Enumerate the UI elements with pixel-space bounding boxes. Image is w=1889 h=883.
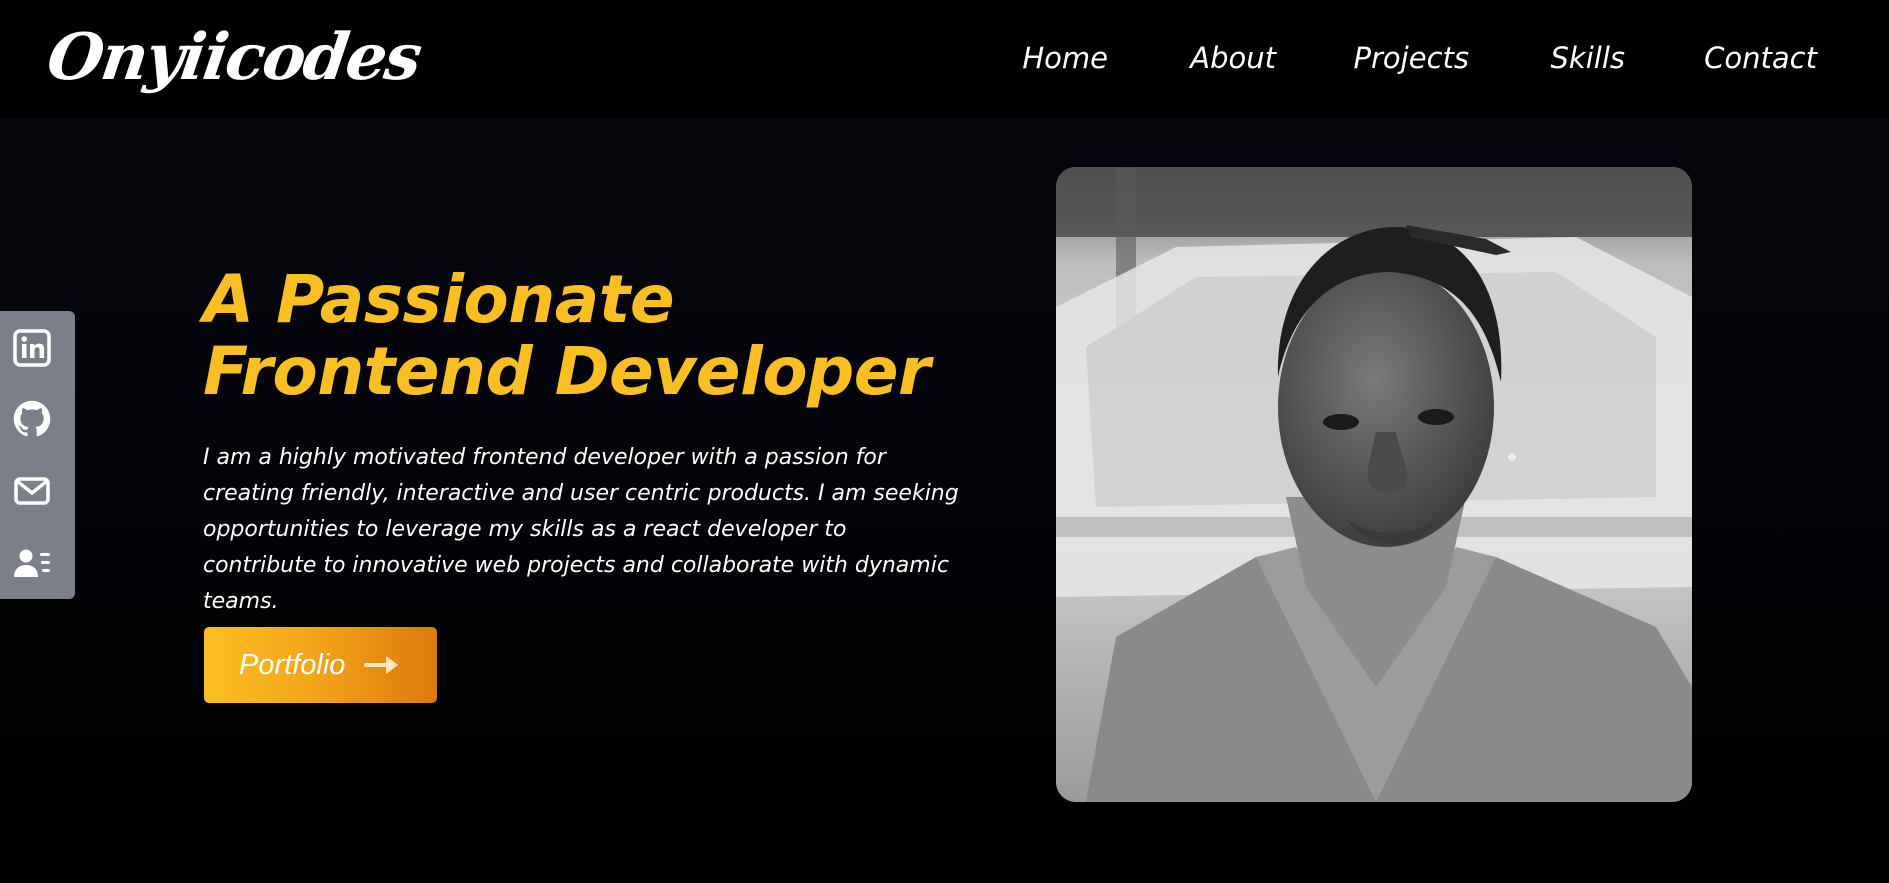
page: Onyiicodes Home About Projects Skills Co… [0,0,1889,883]
github-icon[interactable] [13,400,51,438]
portfolio-button[interactable]: Portfolio [204,627,437,703]
arrow-right-icon [364,653,400,677]
nav-link-home[interactable]: Home [1022,38,1108,78]
linkedin-icon[interactable] [13,329,51,367]
hero-bio: I am a highly motivated frontend develop… [203,445,959,614]
nav-link-about[interactable]: About [1190,38,1276,78]
hero-headline: A Passionate Frontend Developer [203,261,931,410]
nav-link-skills[interactable]: Skills [1551,38,1625,78]
profile-photo [1056,167,1692,802]
nav-link-projects[interactable]: Projects [1354,38,1469,78]
nav-link-contact[interactable]: Contact [1704,38,1817,78]
logo[interactable]: Onyiicodes [41,8,426,108]
contact-card-icon[interactable] [13,544,51,582]
portfolio-button-label: Portfolio [239,649,346,681]
mail-icon[interactable] [13,472,51,510]
social-sidebar [0,311,75,599]
navbar: Onyiicodes Home About Projects Skills Co… [0,0,1889,118]
